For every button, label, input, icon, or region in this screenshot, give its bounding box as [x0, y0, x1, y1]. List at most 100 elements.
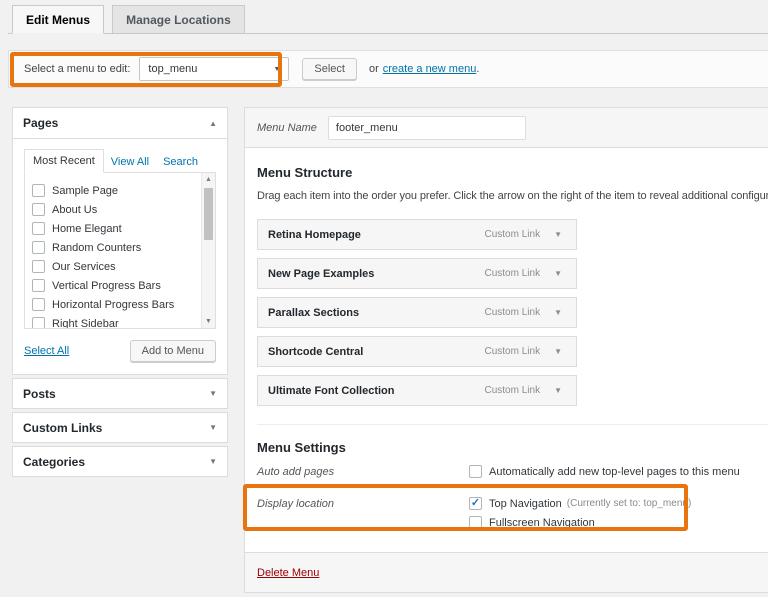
menu-editor-body: Menu Structure Drag each item into the o… [245, 148, 768, 547]
pages-panel-title: Pages [23, 116, 58, 130]
page-checkbox-row[interactable]: ✓ Our Services [32, 257, 193, 276]
chevron-down-icon[interactable]: ▼ [209, 389, 217, 398]
divider [257, 424, 768, 425]
menu-editor-panel: Menu Name Menu Structure Drag each item … [244, 107, 768, 593]
page-item-label: Sample Page [52, 185, 118, 197]
location-note: (Currently set to: top_menu) [567, 498, 692, 509]
accordion-posts-title: Posts [23, 387, 56, 401]
menu-name-label: Menu Name [257, 122, 317, 134]
menu-item-title: New Page Examples [268, 268, 485, 280]
scrollbar-thumb[interactable] [204, 188, 213, 240]
menu-structure-help: Drag each item into the order you prefer… [257, 190, 768, 202]
auto-add-pages-option-label: Automatically add new top-level pages to… [489, 466, 740, 478]
page-checkbox-row[interactable]: ✓ Vertical Progress Bars [32, 276, 193, 295]
menu-name-header: Menu Name [245, 108, 768, 148]
pages-panel-body: Most Recent View All Search ✓ Sample Pag… [13, 139, 227, 374]
tab-most-recent[interactable]: Most Recent [24, 149, 104, 173]
page-item-label: Right Sidebar [52, 318, 119, 330]
page-checkbox-row[interactable]: ✓ Right Sidebar [32, 314, 193, 329]
location-label: Top Navigation [489, 498, 562, 510]
page-checkbox-row[interactable]: ✓ Sample Page [32, 181, 193, 200]
menu-item-title: Parallax Sections [268, 307, 485, 319]
accordion-categories-title: Categories [23, 455, 85, 469]
page-checkbox-row[interactable]: ✓ Random Counters [32, 238, 193, 257]
check-icon: ✓ [471, 498, 480, 509]
pages-panel-actions: Select All Add to Menu [24, 340, 216, 362]
chevron-down-icon[interactable]: ▼ [209, 457, 217, 466]
chevron-down-icon[interactable]: ▼ [554, 386, 562, 395]
tab-manage-locations[interactable]: Manage Locations [112, 5, 245, 34]
checkbox[interactable]: ✓ [32, 279, 45, 292]
page-checkbox-row[interactable]: ✓ Home Elegant [32, 219, 193, 238]
checkbox[interactable]: ✓ [32, 203, 45, 216]
checkbox[interactable]: ✓ [32, 298, 45, 311]
scroll-up-icon[interactable]: ▲ [202, 176, 215, 183]
menu-item-row[interactable]: Ultimate Font Collection Custom Link ▼ [257, 375, 577, 406]
display-location-row: Display location ✓ Top Navigation (Curre… [257, 497, 768, 535]
select-all-link[interactable]: Select All [24, 345, 69, 357]
checkbox[interactable]: ✓ [469, 497, 482, 510]
checkbox[interactable]: ✓ [32, 317, 45, 329]
delete-menu-link[interactable]: Delete Menu [257, 567, 319, 579]
menu-item-title: Ultimate Font Collection [268, 385, 485, 397]
add-to-menu-button[interactable]: Add to Menu [130, 340, 216, 362]
menu-item-title: Shortcode Central [268, 346, 485, 358]
page-item-label: Random Counters [52, 242, 141, 254]
page-item-label: Vertical Progress Bars [52, 280, 161, 292]
select-menu-label: Select a menu to edit: [24, 63, 130, 75]
checkbox[interactable]: ✓ [32, 260, 45, 273]
menu-select-dropdown[interactable]: top_menu ▼ [139, 57, 289, 81]
chevron-down-icon[interactable]: ▼ [554, 308, 562, 317]
accordion-posts[interactable]: Posts ▼ [12, 378, 228, 409]
page-checkbox-row[interactable]: ✓ Horizontal Progress Bars [32, 295, 193, 314]
checkbox[interactable]: ✓ [32, 241, 45, 254]
checkbox[interactable]: ✓ [32, 184, 45, 197]
sidebar: Pages ▲ Most Recent View All Search ✓ Sa… [12, 107, 228, 477]
menu-item-row[interactable]: Retina Homepage Custom Link ▼ [257, 219, 577, 250]
menu-item-type: Custom Link [485, 346, 541, 357]
checkbox[interactable]: ✓ [469, 465, 482, 478]
scroll-down-icon[interactable]: ▼ [202, 318, 215, 325]
create-link-suffix: . [476, 63, 479, 75]
chevron-down-icon[interactable]: ▼ [554, 269, 562, 278]
page-checkbox-row[interactable]: ✓ About Us [32, 200, 193, 219]
pages-panel-header[interactable]: Pages ▲ [13, 108, 227, 139]
chevron-down-icon[interactable]: ▼ [554, 230, 562, 239]
menu-item-row[interactable]: Parallax Sections Custom Link ▼ [257, 297, 577, 328]
pages-checklist: ✓ Sample Page ✓ About Us ✓ Home Elegant … [24, 172, 216, 329]
menu-item-type: Custom Link [485, 307, 541, 318]
menu-settings-title: Menu Settings [257, 440, 768, 455]
menu-item-row[interactable]: New Page Examples Custom Link ▼ [257, 258, 577, 289]
menu-structure-title: Menu Structure [257, 165, 768, 180]
menu-item-title: Retina Homepage [268, 229, 485, 241]
page-item-label: Home Elegant [52, 223, 122, 235]
page-item-label: About Us [52, 204, 97, 216]
scrollbar[interactable]: ▲ ▼ [201, 173, 215, 328]
create-new-menu-link[interactable]: create a new menu [383, 63, 477, 75]
menu-item-type: Custom Link [485, 229, 541, 240]
chevron-down-icon: ▼ [273, 66, 280, 73]
menu-item-row[interactable]: Shortcode Central Custom Link ▼ [257, 336, 577, 367]
location-top-navigation[interactable]: ✓ Top Navigation (Currently set to: top_… [469, 497, 691, 510]
menu-item-type: Custom Link [485, 385, 541, 396]
tab-view-all[interactable]: View All [104, 151, 156, 173]
select-button[interactable]: Select [302, 58, 357, 80]
auto-add-pages-option[interactable]: ✓ Automatically add new top-level pages … [469, 465, 740, 478]
menu-name-input[interactable] [328, 116, 526, 140]
tab-edit-menus[interactable]: Edit Menus [12, 5, 104, 34]
location-fullscreen-navigation[interactable]: ✓ Fullscreen Navigation [469, 516, 691, 529]
checkbox[interactable]: ✓ [32, 222, 45, 235]
collapse-icon[interactable]: ▲ [209, 119, 217, 128]
chevron-down-icon[interactable]: ▼ [209, 423, 217, 432]
accordion-custom-links[interactable]: Custom Links ▼ [12, 412, 228, 443]
chevron-down-icon[interactable]: ▼ [554, 347, 562, 356]
screen-tabs: Edit Menus Manage Locations [8, 5, 768, 34]
location-label: Fullscreen Navigation [489, 517, 595, 529]
checkbox[interactable]: ✓ [469, 516, 482, 529]
pages-tabs: Most Recent View All Search [24, 149, 216, 173]
tab-search[interactable]: Search [156, 151, 205, 173]
menu-select-value: top_menu [148, 63, 197, 75]
page-item-label: Our Services [52, 261, 116, 273]
accordion-categories[interactable]: Categories ▼ [12, 446, 228, 477]
auto-add-pages-row: Auto add pages ✓ Automatically add new t… [257, 465, 768, 484]
